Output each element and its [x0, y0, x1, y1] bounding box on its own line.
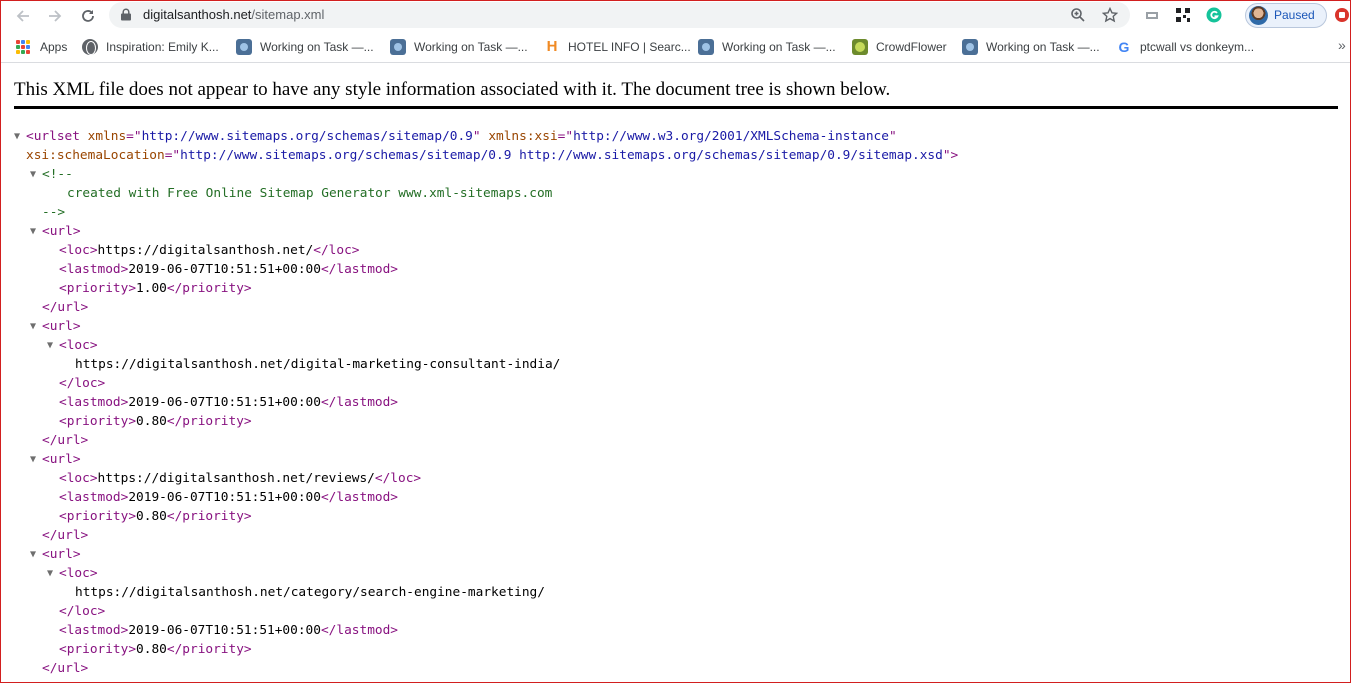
- lastmod-element: <lastmod>2019-06-07T10:51:51+00:00</last…: [59, 623, 399, 638]
- bookmark-label: HOTEL INFO | Searc...: [568, 40, 691, 54]
- url-text: digitalsanthosh.net/sitemap.xml: [143, 7, 324, 22]
- grammarly-icon[interactable]: [1206, 7, 1222, 23]
- xml-style-notice: This XML file does not appear to have an…: [14, 79, 891, 100]
- bookmark-item[interactable]: Working on Task —...: [698, 39, 836, 55]
- bookmark-label: Working on Task —...: [414, 40, 528, 54]
- url-close-tag: </url>: [42, 300, 89, 315]
- priority-element: <priority>0.80</priority>: [59, 509, 252, 524]
- bookmark-label: Working on Task —...: [722, 40, 836, 54]
- bookmark-label: Apps: [40, 40, 68, 54]
- globe-icon: [82, 39, 98, 55]
- comment-open: <!--: [42, 167, 73, 182]
- avatar: [1249, 6, 1268, 25]
- bookmark-item[interactable]: G ptcwall vs donkeym...: [1116, 39, 1255, 55]
- loc-open-tag: <loc>: [59, 566, 98, 581]
- forward-button[interactable]: [43, 4, 67, 28]
- collapse-triangle-icon[interactable]: ▼: [30, 222, 40, 241]
- loc-element: <loc>https://digitalsanthosh.net/reviews…: [59, 471, 422, 486]
- extension-badge-icon[interactable]: [1335, 8, 1349, 22]
- urlset-open-tag: <urlset xmlns="http://www.sitemaps.org/s…: [26, 129, 897, 144]
- loc-element: <loc>https://digitalsanthosh.net/</loc>: [59, 243, 360, 258]
- profile-button[interactable]: Paused: [1245, 3, 1327, 28]
- task-icon: [698, 39, 714, 55]
- apps-grid-icon: [16, 40, 30, 54]
- bookmark-label: Working on Task —...: [986, 40, 1100, 54]
- lastmod-element: <lastmod>2019-06-07T10:51:51+00:00</last…: [59, 490, 399, 505]
- url-open-tag: <url>: [42, 224, 81, 239]
- reload-icon: [82, 10, 94, 22]
- bookmark-star-icon[interactable]: [1102, 7, 1118, 23]
- url-close-tag: </url>: [42, 528, 89, 543]
- url-open-tag: <url>: [42, 452, 81, 467]
- loc-text: https://digitalsanthosh.net/digital-mark…: [75, 357, 561, 372]
- bookmarks-bar: Apps Inspiration: Emily K... Working on …: [1, 31, 1350, 63]
- loc-close-tag: </loc>: [59, 376, 106, 391]
- task-icon: [390, 39, 406, 55]
- comment-text: created with Free Online Sitemap Generat…: [67, 186, 553, 201]
- loc-close-tag: </loc>: [59, 604, 106, 619]
- hotel-icon: H: [546, 38, 558, 55]
- extension-icon[interactable]: [1144, 7, 1160, 23]
- collapse-triangle-icon[interactable]: ▼: [30, 317, 40, 336]
- url-close-tag: </url>: [42, 433, 89, 448]
- priority-element: <priority>0.80</priority>: [59, 642, 252, 657]
- bookmark-item[interactable]: Inspiration: Emily K...: [82, 39, 219, 55]
- bookmark-item[interactable]: H HOTEL INFO | Searc...: [544, 39, 691, 55]
- browser-toolbar: digitalsanthosh.net/sitemap.xml Paused: [1, 1, 1350, 31]
- task-icon: [236, 39, 252, 55]
- comment-close: -->: [42, 205, 66, 220]
- collapse-triangle-icon[interactable]: ▼: [30, 450, 40, 469]
- collapse-triangle-icon[interactable]: ▼: [30, 545, 40, 564]
- lastmod-element: <lastmod>2019-06-07T10:51:51+00:00</last…: [59, 395, 399, 410]
- url-host: digitalsanthosh.net: [143, 7, 252, 22]
- notice-divider: [14, 106, 1338, 109]
- profile-status: Paused: [1274, 8, 1315, 22]
- loc-open-tag: <loc>: [59, 338, 98, 353]
- bookmark-label: CrowdFlower: [876, 40, 947, 54]
- url-open-tag: <url>: [42, 319, 81, 334]
- qr-code-icon[interactable]: [1175, 7, 1191, 23]
- task-icon: [962, 39, 978, 55]
- address-bar[interactable]: digitalsanthosh.net/sitemap.xml: [109, 2, 1130, 28]
- bookmark-item[interactable]: Working on Task —...: [962, 39, 1100, 55]
- bookmark-item[interactable]: Working on Task —...: [390, 39, 528, 55]
- priority-element: <priority>0.80</priority>: [59, 414, 252, 429]
- google-icon: G: [1118, 39, 1130, 55]
- crowdflower-icon: [852, 39, 868, 55]
- bookmark-label: Working on Task —...: [260, 40, 374, 54]
- lastmod-element: <lastmod>2019-06-07T10:51:51+00:00</last…: [59, 262, 399, 277]
- lock-icon: [121, 8, 131, 21]
- loc-text: https://digitalsanthosh.net/category/sea…: [75, 585, 545, 600]
- more-bookmarks-chevron-icon[interactable]: »: [1338, 37, 1346, 53]
- url-close-tag: </url>: [42, 661, 89, 676]
- forward-arrow-icon: [49, 10, 62, 22]
- bookmark-label: ptcwall vs donkeym...: [1140, 40, 1255, 54]
- bookmark-item[interactable]: Working on Task —...: [236, 39, 374, 55]
- zoom-icon[interactable]: [1070, 7, 1086, 23]
- urlset-schema-location: xsi:schemaLocation="http://www.sitemaps.…: [26, 148, 959, 163]
- reload-button[interactable]: [76, 4, 100, 28]
- collapse-triangle-icon[interactable]: ▼: [14, 127, 24, 146]
- bookmark-apps[interactable]: Apps: [16, 39, 67, 55]
- url-path: /sitemap.xml: [251, 7, 325, 22]
- priority-element: <priority>1.00</priority>: [59, 281, 252, 296]
- back-arrow-icon: [16, 10, 29, 22]
- bookmark-label: Inspiration: Emily K...: [106, 40, 219, 54]
- url-open-tag: <url>: [42, 547, 81, 562]
- collapse-triangle-icon[interactable]: ▼: [47, 336, 57, 355]
- bookmark-item[interactable]: CrowdFlower: [852, 39, 947, 55]
- collapse-triangle-icon[interactable]: ▼: [30, 165, 40, 184]
- back-button[interactable]: [11, 4, 35, 28]
- collapse-triangle-icon[interactable]: ▼: [47, 564, 57, 583]
